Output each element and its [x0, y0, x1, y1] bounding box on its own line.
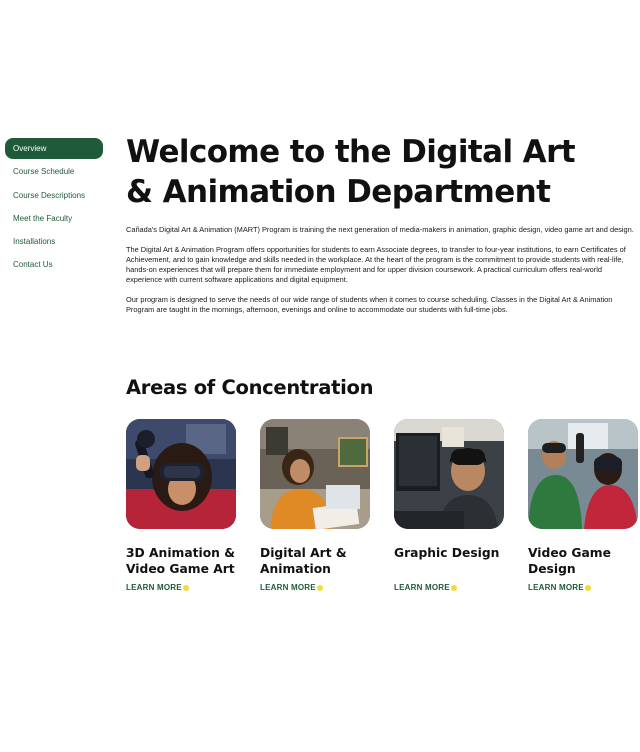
intro-paragraph: The Digital Art & Animation Program offe…	[126, 244, 626, 285]
learn-more-label: LEARN MORE	[528, 583, 584, 592]
learn-more-link[interactable]: LEARN MORE	[260, 583, 323, 592]
game-students-photo[interactable]	[528, 419, 638, 529]
card-title: 3D Animation & Video Game Art	[126, 545, 238, 577]
learn-more-label: LEARN MORE	[260, 583, 316, 592]
dot-icon	[316, 584, 323, 591]
learn-more-label: LEARN MORE	[126, 583, 182, 592]
page: Overview Course Schedule Course Descript…	[0, 0, 640, 752]
intro-paragraph: Cañada's Digital Art & Animation (MART) …	[126, 225, 634, 234]
page-title-line1: Welcome to the Digital Art	[126, 134, 576, 170]
concentration-card-digital-art: Digital Art & Animation LEARN MORE	[260, 419, 372, 595]
computer-student-photo-graphic	[394, 419, 504, 529]
vr-student-photo-graphic	[126, 419, 236, 529]
sidebar-item-contact-us[interactable]: Contact Us	[5, 254, 103, 275]
concentration-card-graphic-design: Graphic Design LEARN MORE	[394, 419, 506, 595]
sidebar-item-meet-the-faculty[interactable]: Meet the Faculty	[5, 208, 103, 229]
concentration-card-video-game-design: Video Game Design LEARN MORE	[528, 419, 640, 595]
main-content: Welcome to the Digital Art & Animation D…	[126, 132, 634, 325]
computer-student-photo[interactable]	[394, 419, 504, 529]
intro-text: Cañada's Digital Art & Animation (MART) …	[126, 225, 634, 316]
learn-more-link[interactable]: LEARN MORE	[126, 583, 189, 592]
card-title-line1: Graphic Design	[394, 546, 500, 560]
dot-icon	[182, 584, 189, 591]
sidebar-item-course-descriptions[interactable]: Course Descriptions	[5, 185, 103, 206]
drawing-student-photo[interactable]	[260, 419, 370, 529]
dot-icon	[450, 584, 457, 591]
dot-icon	[584, 584, 591, 591]
page-title: Welcome to the Digital Art & Animation D…	[126, 132, 634, 212]
page-title-line2: & Animation Department	[126, 174, 551, 210]
learn-more-link[interactable]: LEARN MORE	[394, 583, 457, 592]
learn-more-label: LEARN MORE	[394, 583, 450, 592]
areas-heading: Areas of Concentration	[126, 376, 374, 399]
game-students-photo-graphic	[528, 419, 638, 529]
concentration-card-3d-animation: 3D Animation & Video Game Art LEARN MORE	[126, 419, 238, 595]
card-title-line1: Digital Art &	[260, 546, 347, 560]
vr-student-photo[interactable]	[126, 419, 236, 529]
card-title: Digital Art & Animation	[260, 545, 372, 577]
intro-paragraph: Our program is designed to serve the nee…	[126, 295, 613, 315]
sidebar-nav: Overview Course Schedule Course Descript…	[5, 138, 103, 278]
card-title: Graphic Design	[394, 545, 506, 577]
card-title-line1: 3D Animation &	[126, 546, 235, 560]
card-title-line1: Video Game	[528, 546, 611, 560]
sidebar-item-installations[interactable]: Installations	[5, 231, 103, 252]
sidebar-item-overview[interactable]: Overview	[5, 138, 103, 159]
card-title-line2: Video Game Art	[126, 562, 235, 576]
drawing-student-photo-graphic	[260, 419, 370, 529]
sidebar-item-course-schedule[interactable]: Course Schedule	[5, 161, 103, 182]
card-title: Video Game Design	[528, 545, 640, 577]
learn-more-link[interactable]: LEARN MORE	[528, 583, 591, 592]
card-title-line2: Design	[528, 562, 576, 576]
card-title-line2: Animation	[260, 562, 331, 576]
